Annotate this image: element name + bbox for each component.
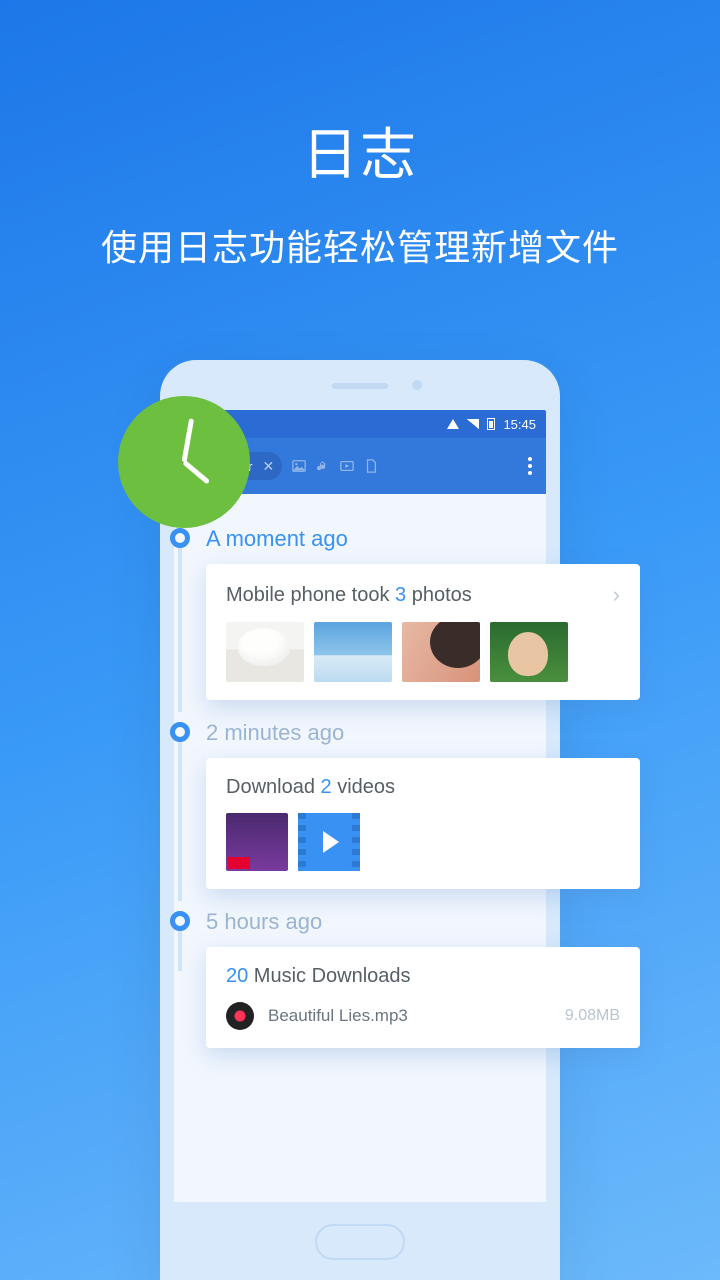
timeline: A moment ago Mobile phone took 3 photos … xyxy=(170,528,640,1070)
image-tab-icon[interactable] xyxy=(292,459,306,473)
overflow-menu-icon[interactable] xyxy=(524,457,536,475)
timeline-dot-icon xyxy=(170,528,190,548)
doc-tab-icon[interactable] xyxy=(364,459,378,473)
card-title: Download 2 videos xyxy=(226,776,620,799)
video-tab-icon[interactable] xyxy=(340,459,354,473)
timeline-dot-icon xyxy=(170,911,190,931)
battery-icon xyxy=(487,418,495,430)
timeline-entry: A moment ago Mobile phone took 3 photos … xyxy=(170,528,640,700)
signal-icon xyxy=(467,419,479,429)
entry-time: A moment ago xyxy=(206,528,640,550)
music-tab-icon[interactable] xyxy=(316,459,330,473)
music-filename: Beautiful Lies.mp3 xyxy=(268,1006,551,1026)
wifi-icon xyxy=(447,419,459,429)
photo-thumb[interactable] xyxy=(490,622,568,682)
chip-close-icon[interactable]: ✕ xyxy=(258,458,274,475)
home-button[interactable] xyxy=(315,1224,405,1260)
photo-thumbs xyxy=(226,622,620,682)
timeline-entry: 2 minutes ago Download 2 videos evo xyxy=(170,722,640,889)
disc-icon xyxy=(226,1002,254,1030)
clock-badge-icon xyxy=(118,396,250,528)
photo-thumb[interactable] xyxy=(226,622,304,682)
photo-thumb[interactable] xyxy=(402,622,480,682)
timeline-entry: 5 hours ago 20 Music Downloads Beautiful… xyxy=(170,911,640,1048)
promo-subtitle: 使用日志功能轻松管理新增文件 xyxy=(0,219,720,271)
promo-title: 日志 xyxy=(0,0,720,191)
card-title: Mobile phone took 3 photos xyxy=(226,584,613,607)
video-thumb[interactable]: evo xyxy=(226,813,288,871)
category-tabs xyxy=(292,459,378,473)
music-filesize: 9.08MB xyxy=(565,1007,620,1025)
timeline-dot-icon xyxy=(170,722,190,742)
log-card-music[interactable]: 20 Music Downloads Beautiful Lies.mp3 9.… xyxy=(206,947,640,1048)
entry-time: 2 minutes ago xyxy=(206,722,640,744)
log-card-videos[interactable]: Download 2 videos evo xyxy=(206,758,640,889)
video-thumb[interactable] xyxy=(298,813,360,871)
music-row[interactable]: Beautiful Lies.mp3 9.08MB xyxy=(226,1002,620,1030)
play-icon xyxy=(323,831,339,853)
log-card-photos[interactable]: Mobile phone took 3 photos › xyxy=(206,564,640,700)
card-title: 20 Music Downloads xyxy=(226,965,620,988)
phone-camera xyxy=(412,380,422,390)
photo-thumb[interactable] xyxy=(314,622,392,682)
phone-speaker xyxy=(332,383,388,389)
status-time: 15:45 xyxy=(503,417,536,432)
video-thumbs: evo xyxy=(226,813,620,871)
chevron-right-icon[interactable]: › xyxy=(613,582,620,608)
entry-time: 5 hours ago xyxy=(206,911,640,933)
